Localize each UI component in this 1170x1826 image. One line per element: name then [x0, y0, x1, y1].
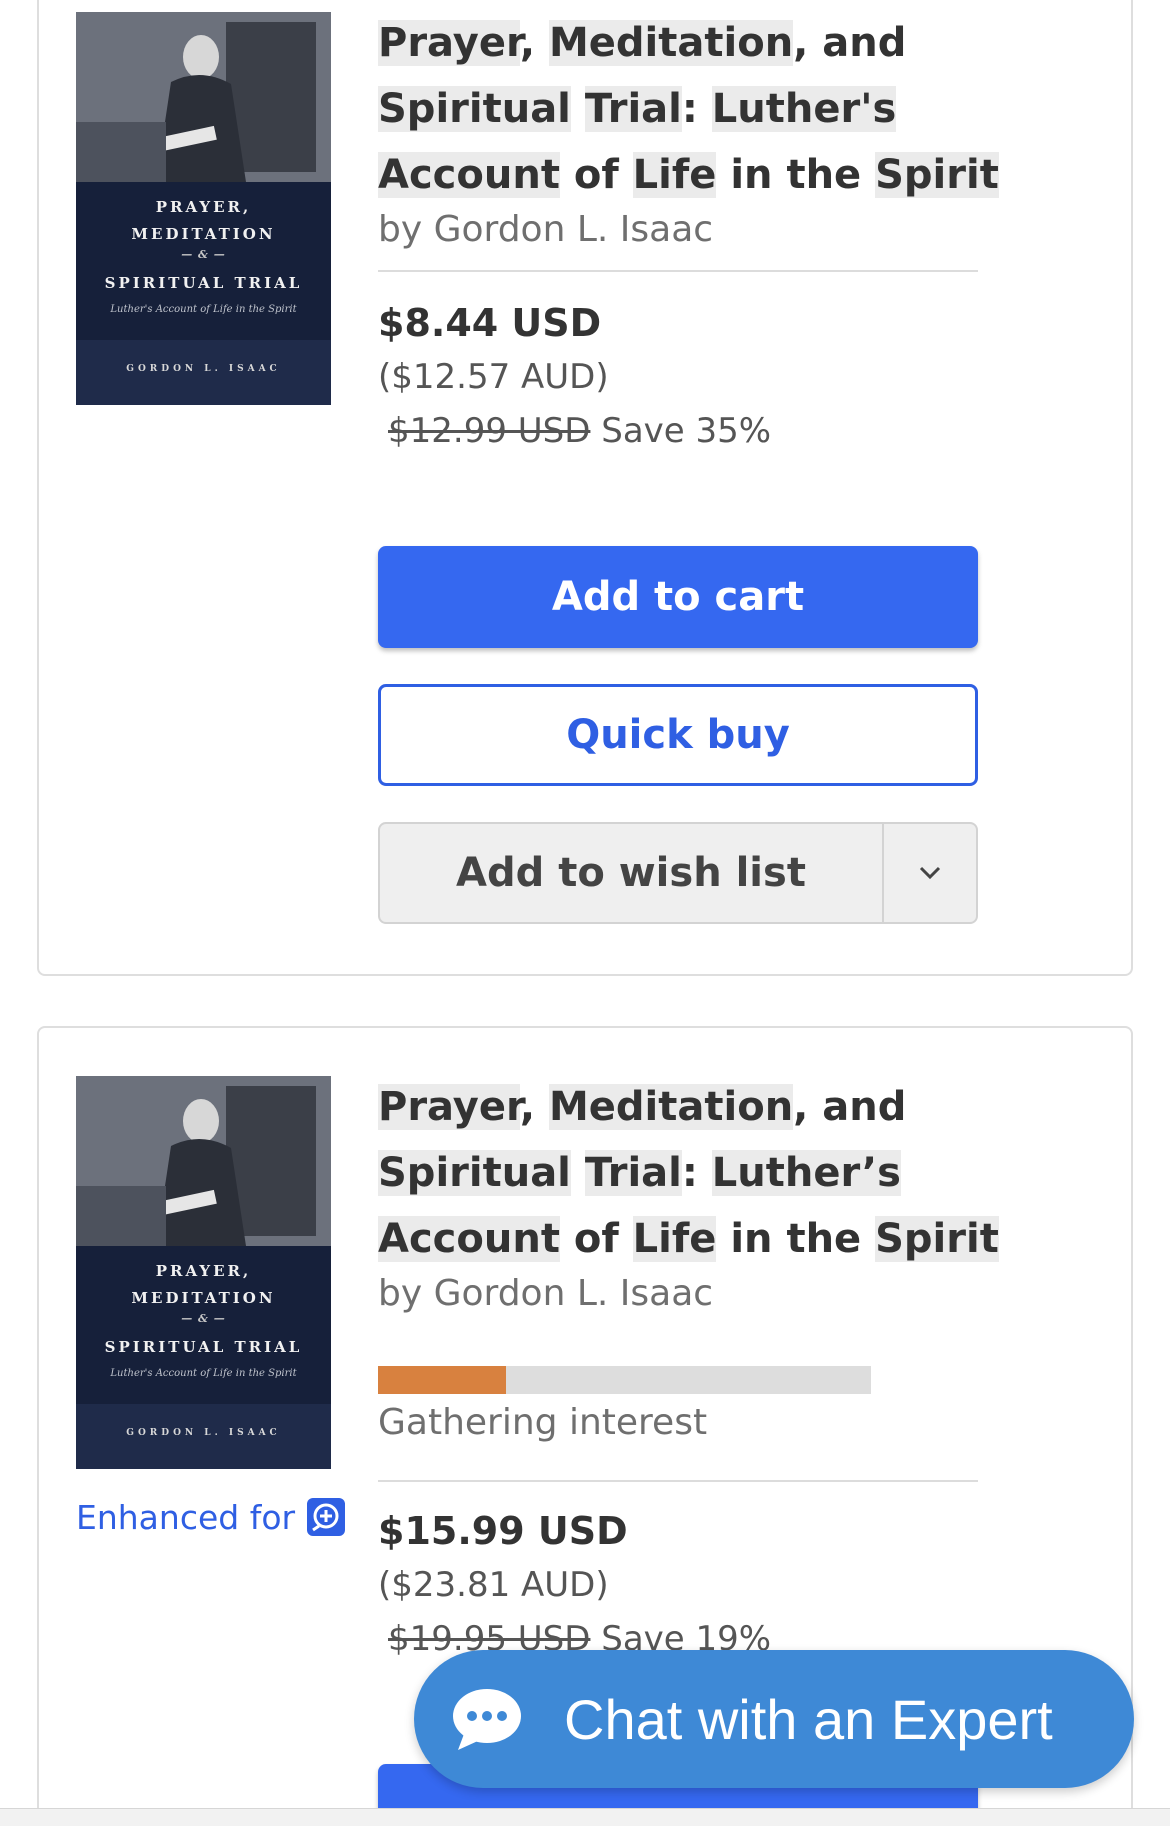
interest-status: Gathering interest	[378, 1402, 708, 1443]
product-title-link[interactable]: Prayer, Meditation, and Spiritual Trial:…	[378, 10, 1070, 208]
product-title-link[interactable]: Prayer, Meditation, and Spiritual Trial:…	[378, 1074, 1070, 1272]
cover-author: GORDON L. ISAAC	[126, 364, 281, 374]
cover-illustration	[76, 1076, 331, 1246]
cover-subtitle: Luther's Account of Life in the Spirit	[110, 304, 297, 315]
cover-title-line: PRAYER,	[155, 198, 252, 216]
author-byline[interactable]: by Gordon L. Isaac	[378, 1272, 1070, 1316]
title-text: :	[681, 86, 712, 132]
book-cover-image[interactable]: PRAYER, MEDITATION — & — SPIRITUAL TRIAL…	[76, 1076, 331, 1469]
interest-progress-bar	[378, 1366, 871, 1394]
save-percent: Save 35%	[601, 411, 772, 451]
title-text: ,	[519, 20, 549, 66]
title-text: , and	[793, 20, 907, 66]
chat-bubble-icon	[453, 1689, 521, 1750]
cover-title-line: MEDITATION	[131, 225, 276, 243]
title-word: Spiritual	[378, 86, 571, 132]
divider	[378, 270, 978, 272]
product-info: Prayer, Meditation, and Spiritual Trial:…	[378, 1074, 1070, 1826]
title-text: , and	[793, 1084, 907, 1130]
wish-list-control: Add to wish list	[378, 822, 978, 924]
chat-label: Chat with an Expert	[564, 1687, 1053, 1751]
title-text	[571, 86, 585, 132]
divider	[378, 1480, 978, 1482]
title-text: :	[681, 1150, 712, 1196]
title-word: Luther’s	[711, 1150, 901, 1196]
title-word: Account	[378, 1216, 560, 1262]
converted-price: ($12.57 AUD)	[378, 357, 609, 397]
interest-progress-fill	[378, 1366, 507, 1394]
title-word: Life	[632, 152, 717, 198]
title-word: Spirit	[875, 1216, 999, 1262]
title-word: Luther's	[711, 86, 897, 132]
quick-buy-button[interactable]: Quick buy	[378, 684, 978, 786]
original-price-row: $12.99 USD Save 35%	[378, 404, 1070, 458]
bottom-toolbar-edge	[0, 1808, 1170, 1826]
title-text	[571, 1150, 585, 1196]
logos-app-icon	[307, 1498, 346, 1536]
chevron-down-icon	[919, 866, 941, 880]
title-word: Prayer	[378, 1084, 520, 1130]
sale-price: $15.99 USD	[378, 1509, 628, 1553]
sale-price: $8.44 USD	[378, 301, 602, 345]
book-cover-image[interactable]: PRAYER, MEDITATION — & — SPIRITUAL TRIAL…	[76, 12, 331, 405]
add-to-wish-list-button[interactable]: Add to wish list	[380, 824, 884, 922]
cover-title-amp: — & —	[181, 248, 226, 261]
chat-with-expert-button[interactable]: Chat with an Expert	[414, 1650, 1134, 1788]
title-word: Trial	[584, 86, 682, 132]
cover-title-line: PRAYER,	[155, 1262, 252, 1280]
add-to-cart-button[interactable]: Add to cart	[378, 546, 978, 648]
title-word: Meditation	[548, 1084, 794, 1130]
enhanced-label: Enhanced for	[76, 1497, 296, 1537]
enhanced-for-link[interactable]: Enhanced for	[76, 1496, 347, 1538]
title-word: Meditation	[548, 20, 794, 66]
product-info: Prayer, Meditation, and Spiritual Trial:…	[378, 10, 1070, 924]
cover-illustration	[76, 12, 331, 182]
title-word: Spirit	[875, 152, 999, 198]
title-text: of	[559, 1216, 633, 1262]
title-word: Trial	[584, 1150, 682, 1196]
title-word: Spiritual	[378, 1150, 571, 1196]
title-word: Account	[378, 152, 560, 198]
title-word: Life	[632, 1216, 717, 1262]
author-byline[interactable]: by Gordon L. Isaac	[378, 208, 1070, 252]
cover-subtitle: Luther's Account of Life in the Spirit	[110, 1368, 297, 1379]
cover-title-line: SPIRITUAL TRIAL	[104, 1338, 303, 1356]
original-price: $12.99 USD	[388, 411, 591, 451]
cover-title-line: MEDITATION	[131, 1289, 276, 1307]
wish-list-dropdown-button[interactable]	[884, 824, 976, 922]
cover-title-line: SPIRITUAL TRIAL	[104, 274, 303, 292]
cover-title-amp: — & —	[181, 1312, 226, 1325]
title-text: in the	[716, 152, 876, 198]
converted-price: ($23.81 AUD)	[378, 1565, 609, 1605]
title-text: in the	[716, 1216, 876, 1262]
title-text: ,	[519, 1084, 549, 1130]
title-text: of	[559, 152, 633, 198]
title-word: Prayer	[378, 20, 520, 66]
product-card: PRAYER, MEDITATION — & — SPIRITUAL TRIAL…	[37, 0, 1133, 976]
cover-author: GORDON L. ISAAC	[126, 1428, 281, 1438]
